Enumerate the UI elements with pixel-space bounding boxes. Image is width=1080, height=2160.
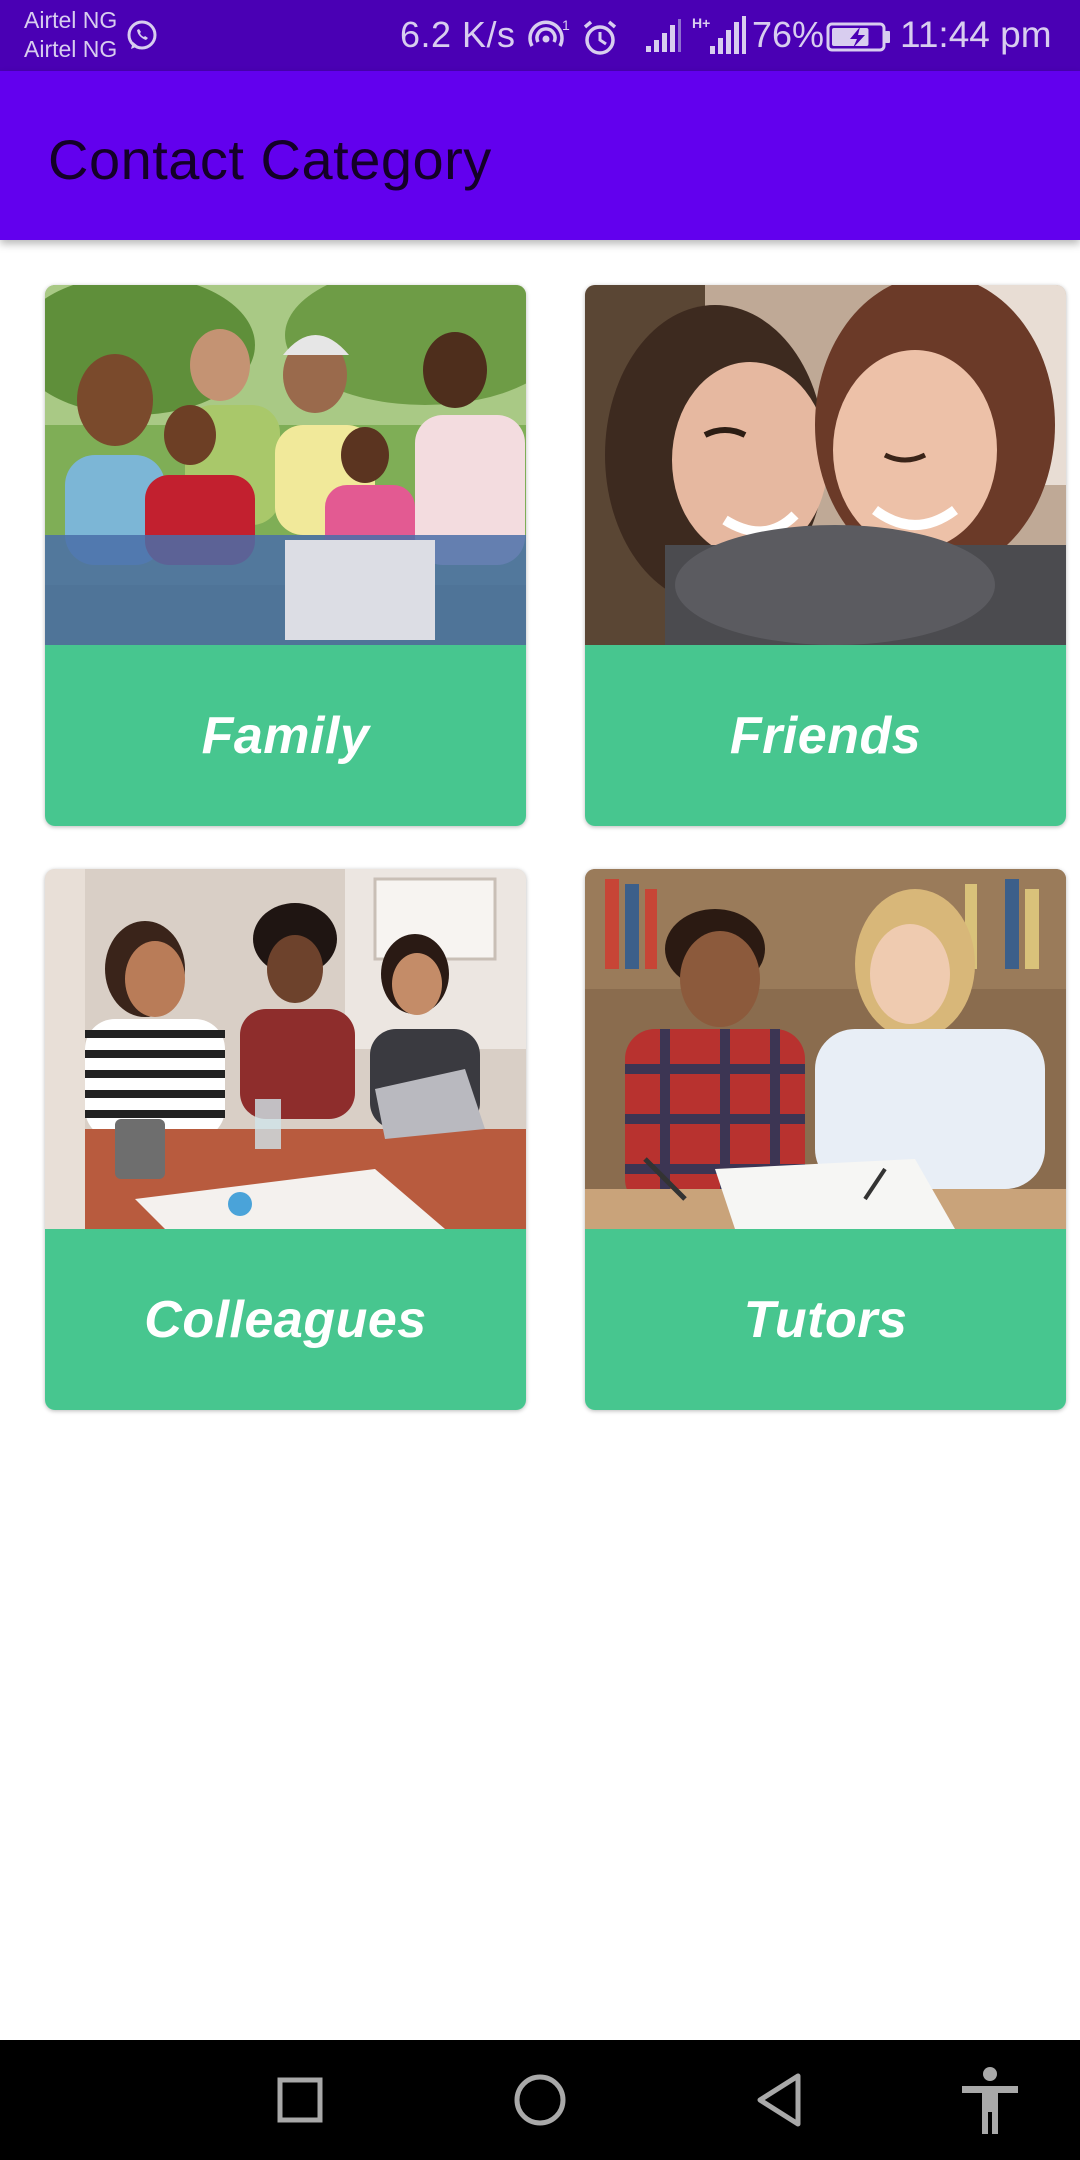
category-card-tutors[interactable]: Tutors (585, 869, 1066, 1410)
hotspot-icon: 1 (528, 17, 570, 47)
category-label-bar: Friends (585, 645, 1066, 826)
signal-icon (646, 19, 681, 52)
recents-button[interactable] (260, 2060, 340, 2140)
friends-photo (585, 285, 1066, 645)
signal-hplus-icon: H+ (692, 15, 746, 54)
app-bar: Contact Category (0, 71, 1080, 240)
category-label-bar: Colleagues (45, 1229, 526, 1410)
category-label: Family (201, 706, 370, 765)
carrier-1-label: Airtel NG (24, 7, 118, 33)
home-button[interactable] (500, 2060, 580, 2140)
accessibility-icon (962, 2067, 1018, 2134)
category-label: Friends (729, 706, 922, 765)
colleagues-photo (45, 869, 526, 1229)
page-title: Contact Category (48, 128, 492, 191)
home-circle-icon (514, 2074, 566, 2126)
hotspot-count: 1 (562, 17, 570, 33)
network-speed: 6.2 K/s (400, 14, 516, 55)
category-card-colleagues[interactable]: Colleagues (45, 869, 526, 1410)
navigation-bar (0, 2040, 1080, 2160)
category-label-bar: Tutors (585, 1229, 1066, 1410)
category-label: Colleagues (144, 1290, 427, 1349)
category-label-bar: Family (45, 645, 526, 826)
carrier-labels: Airtel NG Airtel NG (24, 6, 117, 64)
back-button[interactable] (740, 2060, 820, 2140)
accessibility-button[interactable] (950, 2060, 1030, 2140)
whatsapp-icon (127, 20, 157, 50)
back-triangle-icon (757, 2073, 801, 2127)
status-bar: Airtel NG Airtel NG 6.2 K/s 1 H+ 76% 11:… (0, 0, 1080, 71)
category-card-friends[interactable]: Friends (585, 285, 1066, 826)
recents-square-icon (277, 2077, 323, 2123)
carrier-2-label: Airtel NG (24, 36, 118, 62)
screen: Airtel NG Airtel NG 6.2 K/s 1 H+ 76% 11:… (0, 0, 1080, 2160)
category-card-family[interactable]: Family (45, 285, 526, 826)
category-label: Tutors (743, 1290, 908, 1349)
tutors-photo (585, 869, 1066, 1229)
battery-charging-icon (826, 22, 890, 52)
status-clock: 11:44 pm (900, 14, 1052, 55)
svg-text:H+: H+ (692, 15, 710, 31)
alarm-icon (583, 20, 617, 55)
battery-percent: 76% (752, 14, 825, 55)
family-photo (45, 285, 526, 645)
